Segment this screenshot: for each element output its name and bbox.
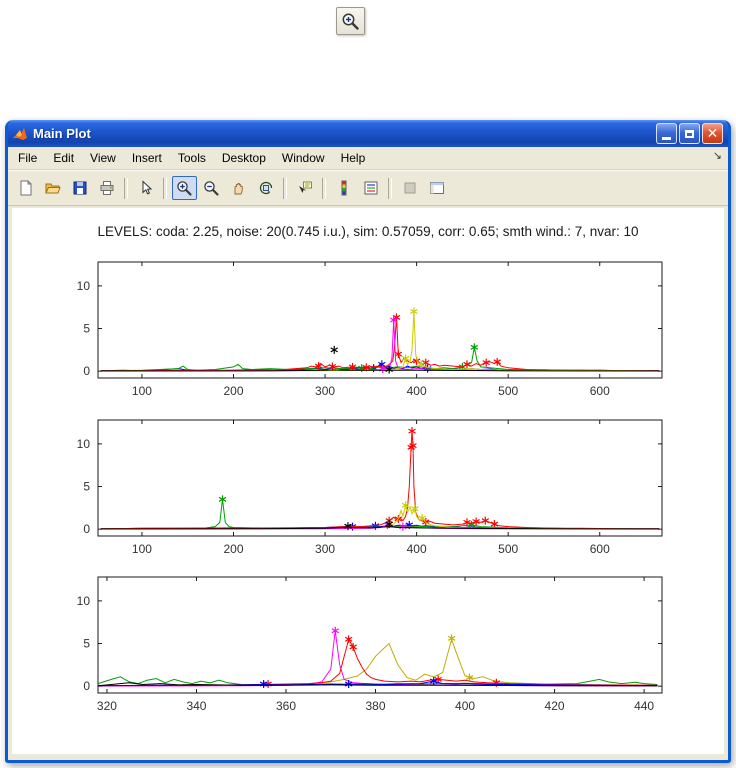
menu-help[interactable]: Help [333, 148, 374, 168]
legend-icon [364, 181, 377, 195]
svg-text:10: 10 [77, 279, 91, 293]
pointer-arrow-icon [142, 180, 152, 195]
menu-desktop[interactable]: Desktop [214, 148, 274, 168]
toolbar-separator [388, 177, 392, 199]
printer-icon [100, 181, 113, 195]
maximize-button[interactable] [679, 123, 700, 144]
insert-colorbar-button[interactable] [331, 176, 356, 200]
subplot-top[interactable]: 100 200 300 400 500 600 0 5 10 [14, 256, 724, 414]
svg-text:100: 100 [132, 384, 152, 398]
edit-plot-button[interactable] [133, 176, 158, 200]
svg-text:340: 340 [186, 699, 206, 713]
svg-text:10: 10 [77, 437, 91, 451]
svg-text:500: 500 [498, 542, 518, 556]
insert-legend-button[interactable] [358, 176, 383, 200]
zoom-in-button[interactable] [172, 176, 197, 200]
print-figure-button[interactable] [94, 176, 119, 200]
svg-text:320: 320 [97, 699, 117, 713]
save-floppy-icon [73, 181, 86, 195]
menu-window[interactable]: Window [274, 148, 333, 168]
menu-view[interactable]: View [82, 148, 124, 168]
figure-window: Main Plot ✕ File Edit View Insert Tools … [5, 120, 731, 763]
svg-text:380: 380 [366, 699, 386, 713]
floating-zoom-in-button[interactable] [336, 7, 365, 35]
show-plot-tools-icon [429, 182, 444, 194]
svg-text:400: 400 [407, 384, 427, 398]
save-figure-button[interactable] [67, 176, 92, 200]
svg-text:600: 600 [590, 542, 610, 556]
data-cursor-icon [298, 181, 312, 193]
toolbar [8, 170, 728, 206]
menu-insert[interactable]: Insert [124, 148, 170, 168]
maximize-icon [685, 129, 694, 138]
pan-button[interactable] [226, 176, 251, 200]
zoom-in-icon [177, 180, 192, 196]
svg-text:0: 0 [83, 679, 90, 693]
svg-text:200: 200 [223, 384, 243, 398]
zoom-out-button[interactable] [199, 176, 224, 200]
matlab-logo-icon [13, 127, 27, 140]
svg-text:5: 5 [83, 637, 90, 651]
svg-text:100: 100 [132, 542, 152, 556]
svg-text:5: 5 [83, 480, 90, 494]
svg-text:0: 0 [83, 522, 90, 536]
title-bar[interactable]: Main Plot ✕ [8, 120, 728, 147]
subplot-bottom[interactable]: 320 340 360 380 400 420 440 0 5 10 [14, 571, 724, 729]
toolbar-separator [124, 177, 128, 199]
magnifier-plus-icon [342, 13, 359, 30]
svg-text:420: 420 [545, 699, 565, 713]
figure-canvas[interactable]: LEVELS: coda: 2.25, noise: 20(0.745 i.u.… [12, 208, 724, 754]
toolbar-separator [322, 177, 326, 199]
rotate-3d-button[interactable] [253, 176, 278, 200]
svg-text:5: 5 [83, 322, 90, 336]
menu-bar: File Edit View Insert Tools Desktop Wind… [8, 147, 728, 170]
toolbar-separator [283, 177, 287, 199]
rotate-3d-icon [259, 181, 272, 195]
svg-text:200: 200 [223, 542, 243, 556]
toolbar-separator [163, 177, 167, 199]
zoom-out-icon [204, 180, 219, 196]
minimize-icon [662, 137, 671, 140]
minimize-button[interactable] [656, 123, 677, 144]
svg-text:10: 10 [77, 594, 91, 608]
subplot-middle[interactable]: 100 200 300 400 500 600 0 5 10 [14, 414, 724, 572]
svg-text:300: 300 [315, 542, 335, 556]
svg-text:500: 500 [498, 384, 518, 398]
close-icon: ✕ [706, 125, 719, 142]
hand-pan-icon [234, 182, 243, 195]
dock-figure-icon[interactable]: ↘ [713, 149, 722, 162]
svg-text:600: 600 [590, 384, 610, 398]
open-folder-icon [44, 183, 61, 194]
menu-file[interactable]: File [10, 148, 45, 168]
svg-text:440: 440 [634, 699, 654, 713]
colorbar-icon [341, 180, 346, 196]
svg-text:360: 360 [276, 699, 296, 713]
close-button[interactable]: ✕ [702, 123, 723, 144]
svg-text:300: 300 [315, 384, 335, 398]
hide-plot-tools-button[interactable] [397, 176, 422, 200]
data-cursor-button[interactable] [292, 176, 317, 200]
figure-title: LEVELS: coda: 2.25, noise: 20(0.745 i.u.… [97, 224, 639, 239]
hide-plot-tools-icon [404, 182, 415, 194]
open-file-button[interactable] [40, 176, 65, 200]
window-title: Main Plot [33, 126, 91, 141]
menu-edit[interactable]: Edit [45, 148, 82, 168]
svg-text:400: 400 [407, 542, 427, 556]
svg-text:400: 400 [455, 699, 475, 713]
menu-tools[interactable]: Tools [170, 148, 214, 168]
new-figure-button[interactable] [13, 176, 38, 200]
svg-text:0: 0 [83, 364, 90, 378]
new-document-icon [20, 180, 31, 196]
show-plot-tools-button[interactable] [424, 176, 449, 200]
